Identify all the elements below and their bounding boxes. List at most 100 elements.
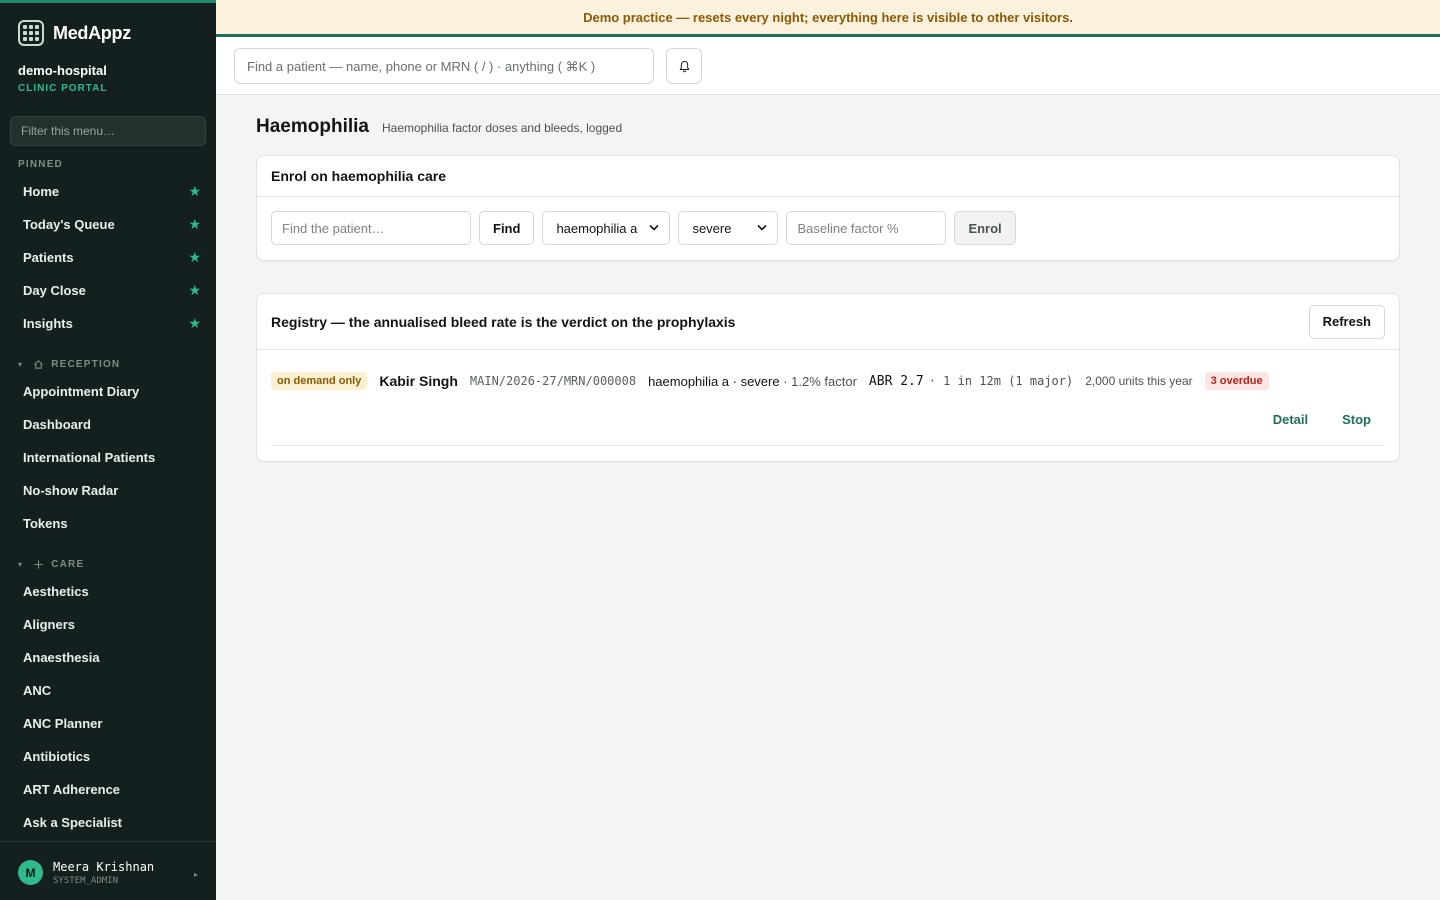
org-name: demo-hospital <box>18 63 107 78</box>
sidebar-item-label: Anaesthesia <box>23 650 100 665</box>
sidebar-item-label: Appointment Diary <box>23 384 140 399</box>
sidebar-item-label: Tokens <box>23 516 68 531</box>
patient-mrn: MAIN/2026-27/MRN/000008 <box>469 374 637 388</box>
section-reception[interactable]: ▾ RECEPTION <box>0 353 216 375</box>
sidebar-item-home[interactable]: Home ★ <box>0 175 216 208</box>
sidebar-item-no-show-radar[interactable]: No-show Radar <box>0 474 216 507</box>
bleed-count: · 1 in 12m (1 major) <box>928 374 1074 388</box>
sidebar-item-anc-planner[interactable]: ANC Planner <box>0 707 216 740</box>
sidebar-item-dashboard[interactable]: Dashboard <box>0 408 216 441</box>
page-subtitle: Haemophilia factor doses and bleeds, log… <box>382 121 623 135</box>
factor-level: · 1.2% factor <box>779 373 857 389</box>
caret-down-icon: ▾ <box>18 359 24 369</box>
home-icon <box>34 359 44 369</box>
sidebar-item-ask-a-specialist[interactable]: Ask a Specialist <box>0 806 216 839</box>
units-used: 2,000 units this year <box>1085 374 1193 388</box>
sidebar-item-label: Ask a Specialist <box>23 815 122 830</box>
chevron-down-icon <box>757 223 768 234</box>
top-header <box>216 37 1440 95</box>
sidebar-item-label: Dashboard <box>23 417 91 432</box>
baseline-factor-input[interactable] <box>786 211 947 245</box>
regimen-badge: on demand only <box>271 372 368 390</box>
portal-label: CLINIC PORTAL <box>18 83 108 94</box>
patient-find-input[interactable] <box>271 211 471 245</box>
caret-right-icon: ▸ <box>193 870 198 879</box>
patient-search-input[interactable] <box>234 48 654 84</box>
sidebar-item-international-patients[interactable]: International Patients <box>0 441 216 474</box>
sidebar-item-appointment-diary[interactable]: Appointment Diary <box>0 375 216 408</box>
sidebar-item-anaesthesia[interactable]: Anaesthesia <box>0 641 216 674</box>
sidebar-item-label: Aligners <box>23 617 76 632</box>
enrol-card: Enrol on haemophilia care Find haemophil… <box>256 155 1400 261</box>
refresh-button[interactable]: Refresh <box>1308 304 1385 339</box>
menu-list[interactable]: PINNED Home ★ Today's Queue ★ Patients ★ Da… <box>0 153 216 841</box>
section-pinned: PINNED <box>18 158 63 170</box>
chevron-down-icon <box>649 223 660 234</box>
sidebar-item-aligners[interactable]: Aligners <box>0 608 216 641</box>
star-icon[interactable]: ★ <box>188 183 201 200</box>
user-menu[interactable]: M Meera Krishnan SYSTEM_ADMIN ▸ <box>0 841 216 900</box>
enrol-button[interactable]: Enrol <box>954 211 1016 245</box>
app-logo-icon <box>18 20 44 46</box>
section-label: RECEPTION <box>51 358 121 370</box>
brand[interactable]: MedAppz <box>18 20 131 46</box>
sidebar-item-label: No-show Radar <box>23 483 119 498</box>
section-care[interactable]: ▾ CARE <box>0 553 216 575</box>
section-label: CARE <box>51 558 85 570</box>
sidebar-item-patients[interactable]: Patients ★ <box>0 241 216 274</box>
enrol-form: Find haemophilia a severe Enrol <box>271 211 1016 245</box>
patient-name: Kabir Singh <box>379 373 458 389</box>
select-value: severe <box>692 220 732 236</box>
sidebar-item-label: Aesthetics <box>23 584 89 599</box>
sidebar-item-label: International Patients <box>23 450 156 465</box>
row-divider <box>271 445 1385 446</box>
menu-filter-input[interactable] <box>10 116 206 146</box>
bell-icon <box>679 60 689 72</box>
app-name: MedAppz <box>53 22 131 43</box>
user-role: SYSTEM_ADMIN <box>53 875 119 886</box>
registry-title: Registry — the annualised bleed rate is … <box>271 313 736 330</box>
sidebar-item-art-adherence[interactable]: ART Adherence <box>0 773 216 806</box>
registry-card: Registry — the annualised bleed rate is … <box>256 293 1400 462</box>
sidebar-item-todays-queue[interactable]: Today's Queue ★ <box>0 208 216 241</box>
sidebar: MedAppz demo-hospital CLINIC PORTAL PINN… <box>0 0 216 900</box>
diagnosis: haemophilia a · severe · 1.2% factor <box>648 374 857 389</box>
sidebar-item-tokens[interactable]: Tokens <box>0 507 216 540</box>
sidebar-item-label: Antibiotics <box>23 749 91 764</box>
sidebar-item-label: Day Close <box>23 283 86 298</box>
page-title: Haemophilia <box>256 116 369 137</box>
overdue-badge: 3 overdue <box>1204 372 1269 390</box>
registry-row: on demand only Kabir Singh MAIN/2026-27/… <box>271 372 1269 390</box>
star-icon[interactable]: ★ <box>188 216 201 233</box>
find-button[interactable]: Find <box>479 211 535 245</box>
sidebar-item-insights[interactable]: Insights ★ <box>0 307 216 340</box>
sidebar-item-label: Insights <box>23 316 73 331</box>
user-name: Meera Krishnan <box>53 859 155 874</box>
demo-banner: Demo practice — resets every night; ever… <box>216 0 1440 37</box>
detail-link[interactable]: Detail <box>1273 412 1308 427</box>
select-value: haemophilia a <box>556 220 638 236</box>
sidebar-item-label: ART Adherence <box>23 782 121 797</box>
sidebar-item-label: Home <box>23 184 60 199</box>
star-icon[interactable]: ★ <box>188 249 201 266</box>
sidebar-item-label: ANC <box>23 683 52 698</box>
severity-select[interactable]: severe <box>678 211 779 245</box>
diagnosis-text: haemophilia a · severe <box>648 373 780 389</box>
notifications-button[interactable] <box>666 48 702 84</box>
sidebar-item-aesthetics[interactable]: Aesthetics <box>0 575 216 608</box>
sidebar-item-anc[interactable]: ANC <box>0 674 216 707</box>
haemophilia-type-select[interactable]: haemophilia a <box>542 211 671 245</box>
sidebar-item-label: Patients <box>23 250 74 265</box>
plus-icon <box>34 559 43 569</box>
stop-link[interactable]: Stop <box>1342 412 1371 427</box>
sidebar-item-antibiotics[interactable]: Antibiotics <box>0 740 216 773</box>
star-icon[interactable]: ★ <box>188 315 201 332</box>
sidebar-item-day-close[interactable]: Day Close ★ <box>0 274 216 307</box>
caret-down-icon: ▾ <box>18 559 24 569</box>
enrol-card-title: Enrol on haemophilia care <box>257 156 1399 197</box>
abr-value: ABR 2.7 <box>868 373 924 389</box>
sidebar-item-label: ANC Planner <box>23 716 103 731</box>
sidebar-item-label: Today's Queue <box>23 217 115 232</box>
star-icon[interactable]: ★ <box>188 282 201 299</box>
avatar: M <box>18 860 43 885</box>
